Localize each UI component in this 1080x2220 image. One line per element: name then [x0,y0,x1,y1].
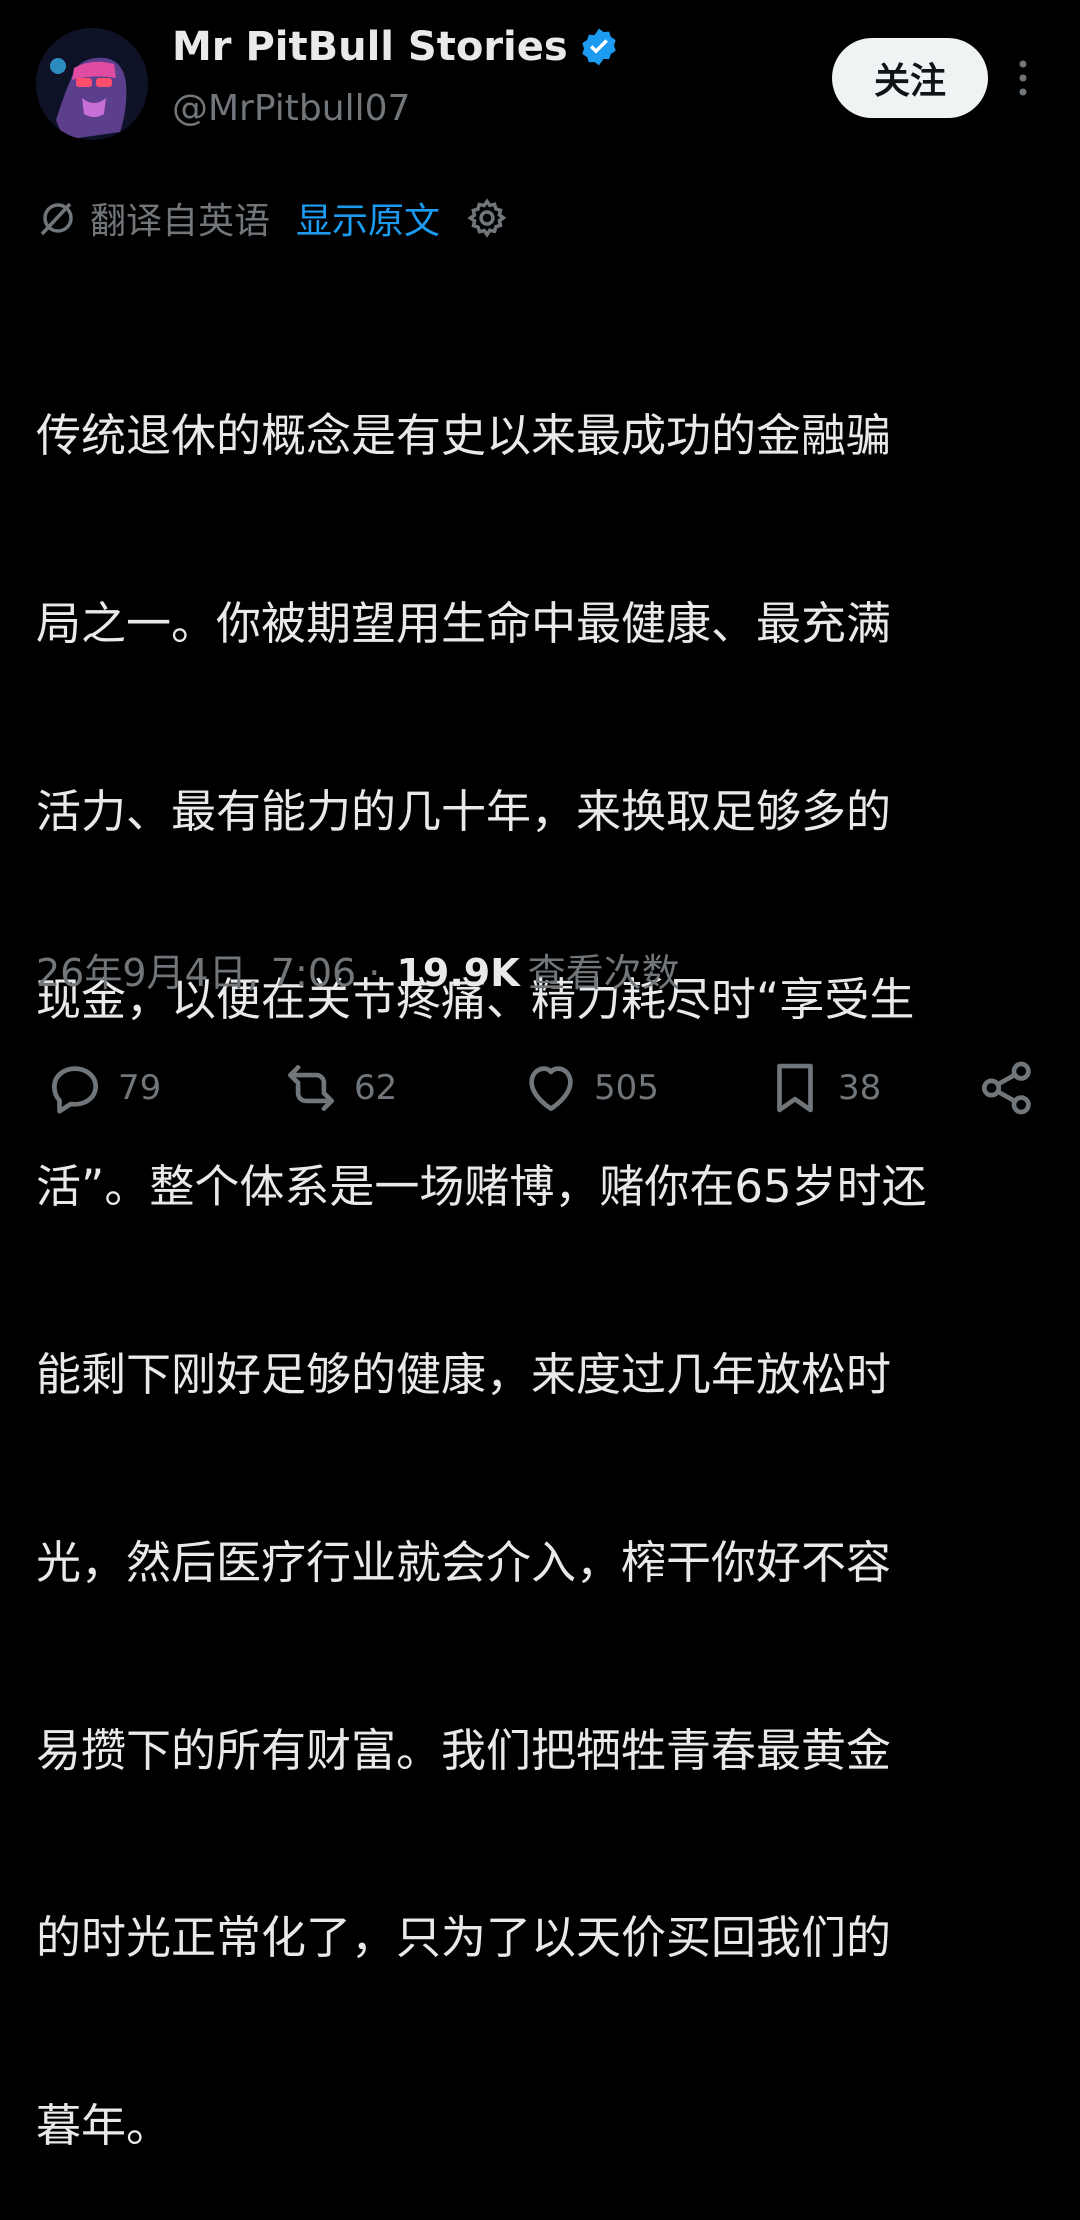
display-name[interactable]: Mr PitBull Stories [172,24,568,70]
translate-icon [40,202,73,236]
author-handle[interactable]: @MrPitbull07 [172,88,410,129]
like-button[interactable]: 505 [520,1058,659,1118]
repost-button[interactable]: 62 [280,1058,397,1118]
tweet-meta: 26年9月4日, 7:06 · 19.9K 查看次数 [36,942,680,997]
translation-row: 翻译自英语 显示原文 [36,194,508,242]
share-icon [981,1061,1031,1115]
tweet-line: 易攒下的所有财富。我们把牺牲青春最黄金 [36,1723,892,1777]
tweet-line: 活”。整个体系是一场赌博，赌你在65岁时还 [36,1160,927,1214]
pitbull-avatar-image [36,28,148,140]
follow-button[interactable]: 关注 [832,38,988,118]
bookmark-icon [777,1063,813,1113]
reply-count: 79 [118,1068,162,1108]
tweet-line: 的时光正常化了，只为了以天价买回我们的 [36,1911,892,1965]
heart-icon [529,1066,573,1111]
like-count: 505 [594,1068,659,1108]
tweet-line: 活力、最有能力的几十年，来换取足够多的 [36,784,892,838]
reply-button[interactable]: 79 [44,1058,161,1118]
repost-icon [288,1065,334,1111]
share-button[interactable] [976,1058,1038,1118]
more-options-icon[interactable] [1010,58,1036,98]
gear-icon[interactable] [466,197,508,239]
view-count: 19.9K [396,951,520,995]
translated-label: 翻译自英语 [90,201,271,242]
show-original-link[interactable]: 显示原文 [296,192,440,244]
timestamp[interactable]: 26年9月4日, 7:06 [36,942,356,997]
tweet-line: 能剩下刚好足够的健康，来度过几年放松时 [36,1348,892,1402]
meta-separator: · [356,951,393,995]
view-count-label: 查看次数 [527,951,680,995]
verified-badge-icon [582,28,616,66]
bookmark-count: 38 [838,1068,882,1108]
tweet-line: 传统退休的概念是有史以来最成功的金融骗 [36,409,892,463]
avatar[interactable] [36,28,148,140]
tweet-line: 暮年。 [36,2099,172,2153]
tweet-line: 光，然后医疗行业就会介入，榨干你好不容 [36,1535,892,1589]
bookmark-button[interactable]: 38 [764,1058,881,1118]
tweet-line: 局之一。你被期望用生命中最健康、最充满 [36,596,892,650]
tweet-text: 传统退休的概念是有史以来最成功的金融骗 局之一。你被期望用生命中最健康、最充满 … [36,280,1046,2220]
repost-count: 62 [354,1068,398,1108]
reply-icon [52,1066,98,1114]
author-name-row[interactable]: Mr PitBull Stories [172,24,620,70]
